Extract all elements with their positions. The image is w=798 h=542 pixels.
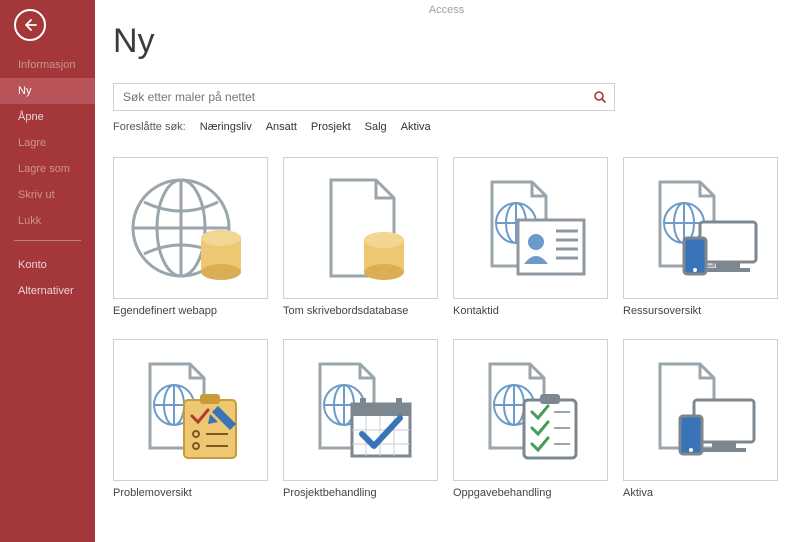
suggested-link-0[interactable]: Næringsliv	[200, 121, 252, 133]
app-title: Access	[429, 4, 464, 16]
template-oppgavebehandling[interactable]: Oppgavebehandling	[453, 339, 608, 499]
template-label: Prosjektbehandling	[283, 487, 438, 499]
search-input[interactable]	[114, 90, 586, 104]
resources-icon	[636, 168, 766, 288]
nav-bottom: Konto Alternativer	[0, 252, 95, 304]
suggested-row: Foreslåtte søk: Næringsliv Ansatt Prosje…	[113, 121, 778, 133]
template-thumb	[283, 157, 438, 299]
suggested-link-1[interactable]: Ansatt	[266, 121, 297, 133]
template-label: Aktiva	[623, 487, 778, 499]
nav-alternativer[interactable]: Alternativer	[0, 278, 95, 304]
nav-skriv-ut[interactable]: Skriv ut	[0, 182, 95, 208]
template-prosjektbehandling[interactable]: Prosjektbehandling	[283, 339, 438, 499]
suggested-link-2[interactable]: Prosjekt	[311, 121, 351, 133]
nav-lukk[interactable]: Lukk	[0, 208, 95, 234]
template-label: Tom skrivebordsdatabase	[283, 305, 438, 317]
back-button[interactable]	[14, 9, 46, 41]
template-thumb	[623, 157, 778, 299]
nav-lagre-som[interactable]: Lagre som	[0, 156, 95, 182]
nav-divider	[14, 240, 81, 241]
doc-db-icon	[296, 168, 426, 288]
template-kontaktid[interactable]: Kontaktid	[453, 157, 608, 317]
nav-informasjon[interactable]: Informasjon	[0, 52, 95, 78]
template-thumb	[453, 339, 608, 481]
tasks-icon	[466, 350, 596, 470]
template-thumb	[623, 339, 778, 481]
search-box	[113, 83, 615, 111]
suggested-link-4[interactable]: Aktiva	[401, 121, 431, 133]
template-thumb	[453, 157, 608, 299]
nav-konto[interactable]: Konto	[0, 252, 95, 278]
page-title: Ny	[113, 22, 778, 61]
sidebar: Informasjon Ny Åpne Lagre Lagre som Skri…	[0, 0, 95, 542]
suggested-label: Foreslåtte søk:	[113, 121, 186, 133]
search-icon	[593, 90, 607, 104]
template-egendefinert-webapp[interactable]: Egendefinert webapp	[113, 157, 268, 317]
project-icon	[296, 350, 426, 470]
main-content: Access Ny Foreslåtte søk: Næringsliv Ans…	[95, 0, 798, 542]
template-thumb	[113, 157, 268, 299]
nav-ny[interactable]: Ny	[0, 78, 95, 104]
search-button[interactable]	[586, 90, 614, 104]
suggested-link-3[interactable]: Salg	[365, 121, 387, 133]
template-label: Ressursoversikt	[623, 305, 778, 317]
template-problemoversikt[interactable]: Problemoversikt	[113, 339, 268, 499]
templates-grid: Egendefinert webapp Tom skrivebordsdatab…	[113, 157, 778, 499]
template-ressursoversikt[interactable]: Ressursoversikt	[623, 157, 778, 317]
template-thumb	[113, 339, 268, 481]
nav-apne[interactable]: Åpne	[0, 104, 95, 130]
template-label: Problemoversikt	[113, 487, 268, 499]
arrow-left-icon	[22, 17, 38, 33]
assets-icon	[636, 350, 766, 470]
template-tom-skrivebordsdatabase[interactable]: Tom skrivebordsdatabase	[283, 157, 438, 317]
template-thumb	[283, 339, 438, 481]
globe-db-icon	[126, 168, 256, 288]
template-aktiva[interactable]: Aktiva	[623, 339, 778, 499]
nav-lagre[interactable]: Lagre	[0, 130, 95, 156]
contacts-icon	[466, 168, 596, 288]
template-label: Oppgavebehandling	[453, 487, 608, 499]
template-label: Egendefinert webapp	[113, 305, 268, 317]
problems-icon	[126, 350, 256, 470]
nav-top: Informasjon Ny Åpne Lagre Lagre som Skri…	[0, 52, 95, 234]
template-label: Kontaktid	[453, 305, 608, 317]
